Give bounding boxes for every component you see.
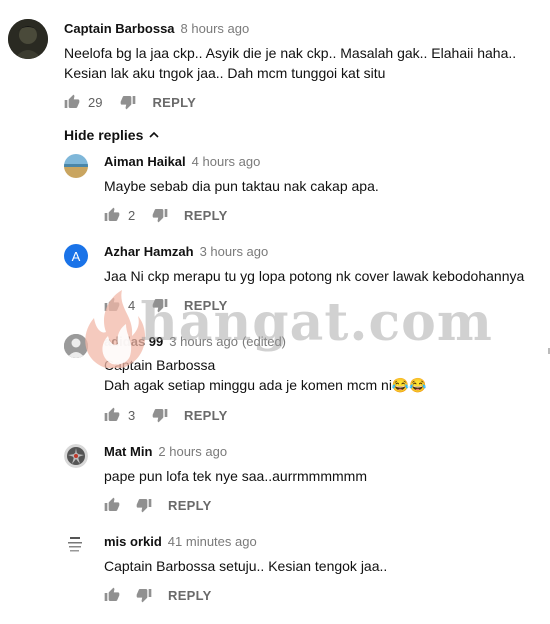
reply-button[interactable]: REPLY xyxy=(184,208,228,223)
dislike-button[interactable] xyxy=(152,407,168,423)
edited-label: (edited) xyxy=(241,334,287,349)
like-count: 4 xyxy=(128,297,136,313)
comment-actions: 29 REPLY xyxy=(64,92,196,112)
timestamp[interactable]: 3 hours ago xyxy=(169,334,238,349)
comment-header: Mat Min 2 hours ago xyxy=(104,444,227,459)
comment-header: mis orkid 41 minutes ago xyxy=(104,534,257,549)
author-name[interactable]: mis orkid xyxy=(104,534,162,549)
avatar-image xyxy=(64,534,88,558)
like-button[interactable] xyxy=(104,587,120,603)
author-name[interactable]: Captain Barbossa xyxy=(64,21,175,36)
comment-actions: REPLY xyxy=(104,495,212,515)
author-name[interactable]: adidas 99 xyxy=(104,334,163,349)
comment-text: Maybe sebab dia pun taktau nak cakap apa… xyxy=(104,176,379,196)
thumbs-up-icon xyxy=(64,94,80,110)
comment-text-line: Maybe sebab dia pun taktau nak cakap apa… xyxy=(104,178,379,194)
author-name[interactable]: Aiman Haikal xyxy=(104,154,186,169)
timestamp[interactable]: 41 minutes ago xyxy=(168,534,257,549)
comment-text: Neelofa bg la jaa ckp.. Asyik die je nak… xyxy=(64,43,516,83)
reply-button[interactable]: REPLY xyxy=(184,298,228,313)
reply-button[interactable]: REPLY xyxy=(184,408,228,423)
thumbs-up-icon xyxy=(104,587,120,603)
avatar[interactable] xyxy=(64,154,88,178)
comment-header: Azhar Hamzah 3 hours ago xyxy=(104,244,268,259)
reply-button[interactable]: REPLY xyxy=(152,95,196,110)
avatar[interactable] xyxy=(8,19,48,59)
thumbs-down-icon xyxy=(152,207,168,223)
wheel-avatar-icon xyxy=(64,444,88,468)
thumbs-down-icon xyxy=(152,297,168,313)
hide-replies-label: Hide replies xyxy=(64,127,144,143)
like-count: 29 xyxy=(88,94,103,110)
timestamp[interactable]: 3 hours ago xyxy=(200,244,269,259)
hide-replies-toggle[interactable]: Hide replies xyxy=(64,127,160,143)
comment-actions: 4 REPLY xyxy=(104,295,228,315)
avatar[interactable] xyxy=(64,534,88,558)
dislike-button[interactable] xyxy=(152,207,168,223)
chevron-up-icon xyxy=(149,131,159,138)
like-button[interactable]: 4 xyxy=(104,297,138,313)
comment-actions: 2 REPLY xyxy=(104,205,228,225)
default-user-icon xyxy=(64,334,88,358)
comment-actions: 3 REPLY xyxy=(104,405,228,425)
avatar[interactable] xyxy=(64,334,88,358)
thumbs-up-icon xyxy=(104,497,120,513)
comment-text: Jaa Ni ckp merapu tu yg lopa potong nk c… xyxy=(104,266,524,286)
timestamp[interactable]: 2 hours ago xyxy=(158,444,227,459)
comment-text-line: Kesian lak aku tngok jaa.. Dah mcm tungg… xyxy=(64,65,386,81)
comment-text: Captain Barbossa Dah agak setiap minggu … xyxy=(104,355,427,395)
like-count: 2 xyxy=(128,207,136,223)
comment-text-line: Dah agak setiap minggu ada je komen mcm … xyxy=(104,377,427,393)
comment-text-line: Jaa Ni ckp merapu tu yg lopa potong nk c… xyxy=(104,268,525,284)
author-name[interactable]: Mat Min xyxy=(104,444,152,459)
comment-header: adidas 99 3 hours ago (edited) xyxy=(104,334,286,349)
reply-button[interactable]: REPLY xyxy=(168,588,212,603)
reply-button[interactable]: REPLY xyxy=(168,498,212,513)
avatar[interactable]: A xyxy=(64,244,88,268)
comment-text: pape pun lofa tek nye saa..aurrmmmmmm xyxy=(104,466,367,486)
thumbs-down-icon xyxy=(136,587,152,603)
dislike-button[interactable] xyxy=(136,497,152,513)
like-button[interactable]: 29 xyxy=(64,94,102,110)
avatar[interactable] xyxy=(64,444,88,468)
dislike-button[interactable] xyxy=(120,94,136,110)
comment-text-line: Neelofa bg la jaa ckp.. Asyik die je nak… xyxy=(64,45,517,61)
thumbs-down-icon xyxy=(120,94,136,110)
comment-header: Captain Barbossa 8 hours ago xyxy=(64,21,249,36)
thumbs-down-icon xyxy=(136,497,152,513)
dislike-button[interactable] xyxy=(152,297,168,313)
thumbs-up-icon xyxy=(104,407,120,423)
comment-header: Aiman Haikal 4 hours ago xyxy=(104,154,260,169)
like-button[interactable]: 2 xyxy=(104,207,138,223)
comment-text: Captain Barbossa setuju.. Kesian tengok … xyxy=(104,556,387,576)
like-count: 3 xyxy=(128,407,136,423)
thumbs-down-icon xyxy=(152,407,168,423)
thumbs-up-icon xyxy=(104,297,120,313)
avatar-image xyxy=(64,154,88,178)
comment-text-line: Captain Barbossa xyxy=(104,357,216,373)
dislike-button[interactable] xyxy=(136,587,152,603)
author-name[interactable]: Azhar Hamzah xyxy=(104,244,194,259)
thumbs-up-icon xyxy=(104,207,120,223)
comment-text-line: pape pun lofa tek nye saa..aurrmmmmmm xyxy=(104,468,367,484)
avatar-image xyxy=(8,19,48,59)
comment-text-line: Captain Barbossa setuju.. Kesian tengok … xyxy=(104,558,388,574)
comment-actions: REPLY xyxy=(104,585,212,605)
avatar-letter: A xyxy=(71,248,81,264)
like-button[interactable] xyxy=(104,497,120,513)
timestamp[interactable]: 4 hours ago xyxy=(192,154,261,169)
timestamp[interactable]: 8 hours ago xyxy=(181,21,250,36)
like-button[interactable]: 3 xyxy=(104,407,138,423)
